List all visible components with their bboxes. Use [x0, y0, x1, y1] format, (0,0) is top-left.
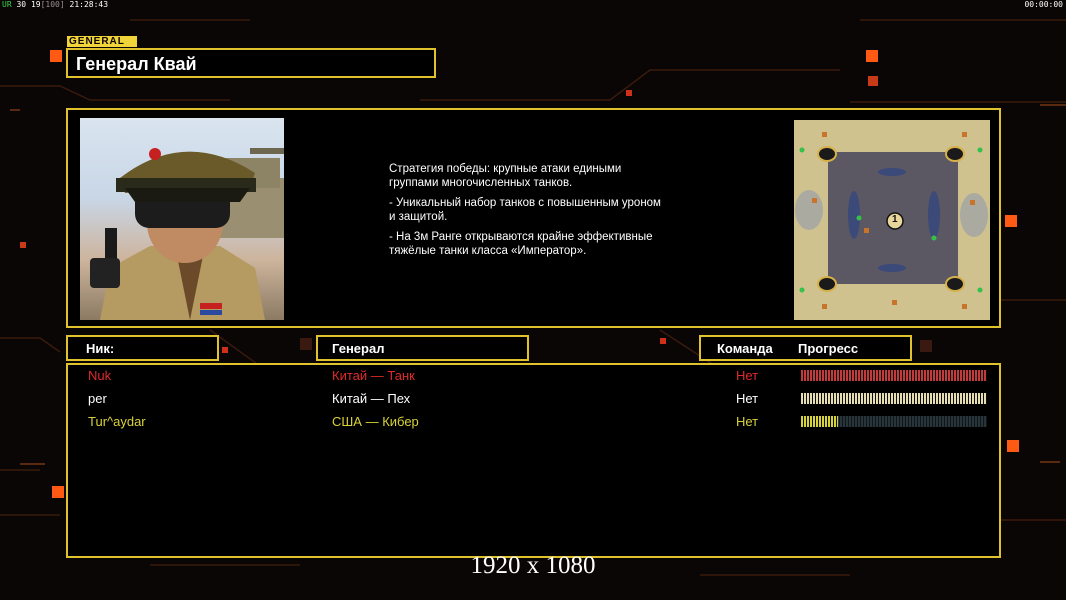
column-header-label: Прогресс: [798, 341, 859, 356]
strategy-description: Стратегия победы: крупные атаки едиными …: [389, 162, 719, 264]
strategy-line: - Уникальный набор танков с повышенным у…: [389, 197, 661, 223]
overlay-stat: 19: [30, 0, 41, 9]
strategy-line: Стратегия победы: крупные атаки едиными …: [389, 163, 622, 189]
overlay-stat: 30: [16, 0, 27, 9]
player-nick: per: [88, 391, 107, 406]
player-general: Китай — Пех: [332, 391, 411, 406]
decor-square: [1007, 440, 1019, 452]
decor-square: [920, 340, 932, 352]
column-header-label: Ник:: [86, 341, 115, 356]
decor-square: [866, 50, 878, 62]
progress-bar: [801, 370, 987, 381]
overlay-stats: UR 30 19[100] 21:28:43: [2, 0, 108, 9]
players-list: Nuk Китай — Танк Нет per Китай — Пех Нет…: [66, 363, 1001, 558]
progress-fill: [801, 370, 987, 381]
progress-fill: [801, 393, 987, 404]
resolution-label: 1920 x 1080: [470, 552, 596, 579]
column-header-general: Генерал: [316, 335, 529, 361]
decor-square: [660, 338, 666, 344]
progress-bar: [801, 393, 987, 404]
general-portrait-image: [90, 148, 284, 320]
general-name: Генерал Квай: [76, 54, 197, 74]
progress-fill: [801, 416, 839, 427]
map-preview[interactable]: 1: [794, 120, 990, 320]
general-portrait: [80, 118, 284, 320]
decor-square: [626, 90, 632, 96]
map-center-label: 1: [892, 214, 898, 225]
decor-square: [222, 347, 228, 353]
strategy-line: - На 3м Ранге открываются крайне эффекти…: [389, 231, 653, 257]
decor-square: [50, 50, 62, 62]
overlay-timer: 00:00:00: [1024, 0, 1063, 9]
overlay-stat: UR: [2, 0, 12, 9]
player-team: Нет: [736, 414, 759, 429]
player-row: Tur^aydar США — Кибер Нет: [68, 412, 1003, 432]
decor-square: [300, 338, 312, 350]
general-name-box: Генерал Квай: [66, 48, 436, 78]
player-general: США — Кибер: [332, 414, 419, 429]
decor-square: [20, 242, 26, 248]
decor-square: [1005, 215, 1017, 227]
column-header-label: Генерал: [332, 341, 385, 356]
decor-square: [868, 76, 878, 86]
overlay-clock: 21:28:43: [69, 0, 109, 9]
column-header-label: Команда: [717, 341, 773, 356]
player-row: Nuk Китай — Танк Нет: [68, 366, 1003, 386]
player-general: Китай — Танк: [332, 368, 415, 383]
column-header-team-progress: Команда Прогресс: [699, 335, 912, 361]
player-row: per Китай — Пех Нет: [68, 389, 1003, 409]
overlay-stat: [100]: [40, 0, 65, 9]
column-header-nick: Ник:: [66, 335, 219, 361]
progress-bar: [801, 416, 987, 427]
player-nick: Nuk: [88, 368, 112, 383]
player-team: Нет: [736, 368, 759, 383]
general-tag: GENERAL: [67, 36, 137, 47]
player-nick: Tur^aydar: [88, 414, 146, 429]
decor-square: [52, 486, 64, 498]
player-team: Нет: [736, 391, 759, 406]
